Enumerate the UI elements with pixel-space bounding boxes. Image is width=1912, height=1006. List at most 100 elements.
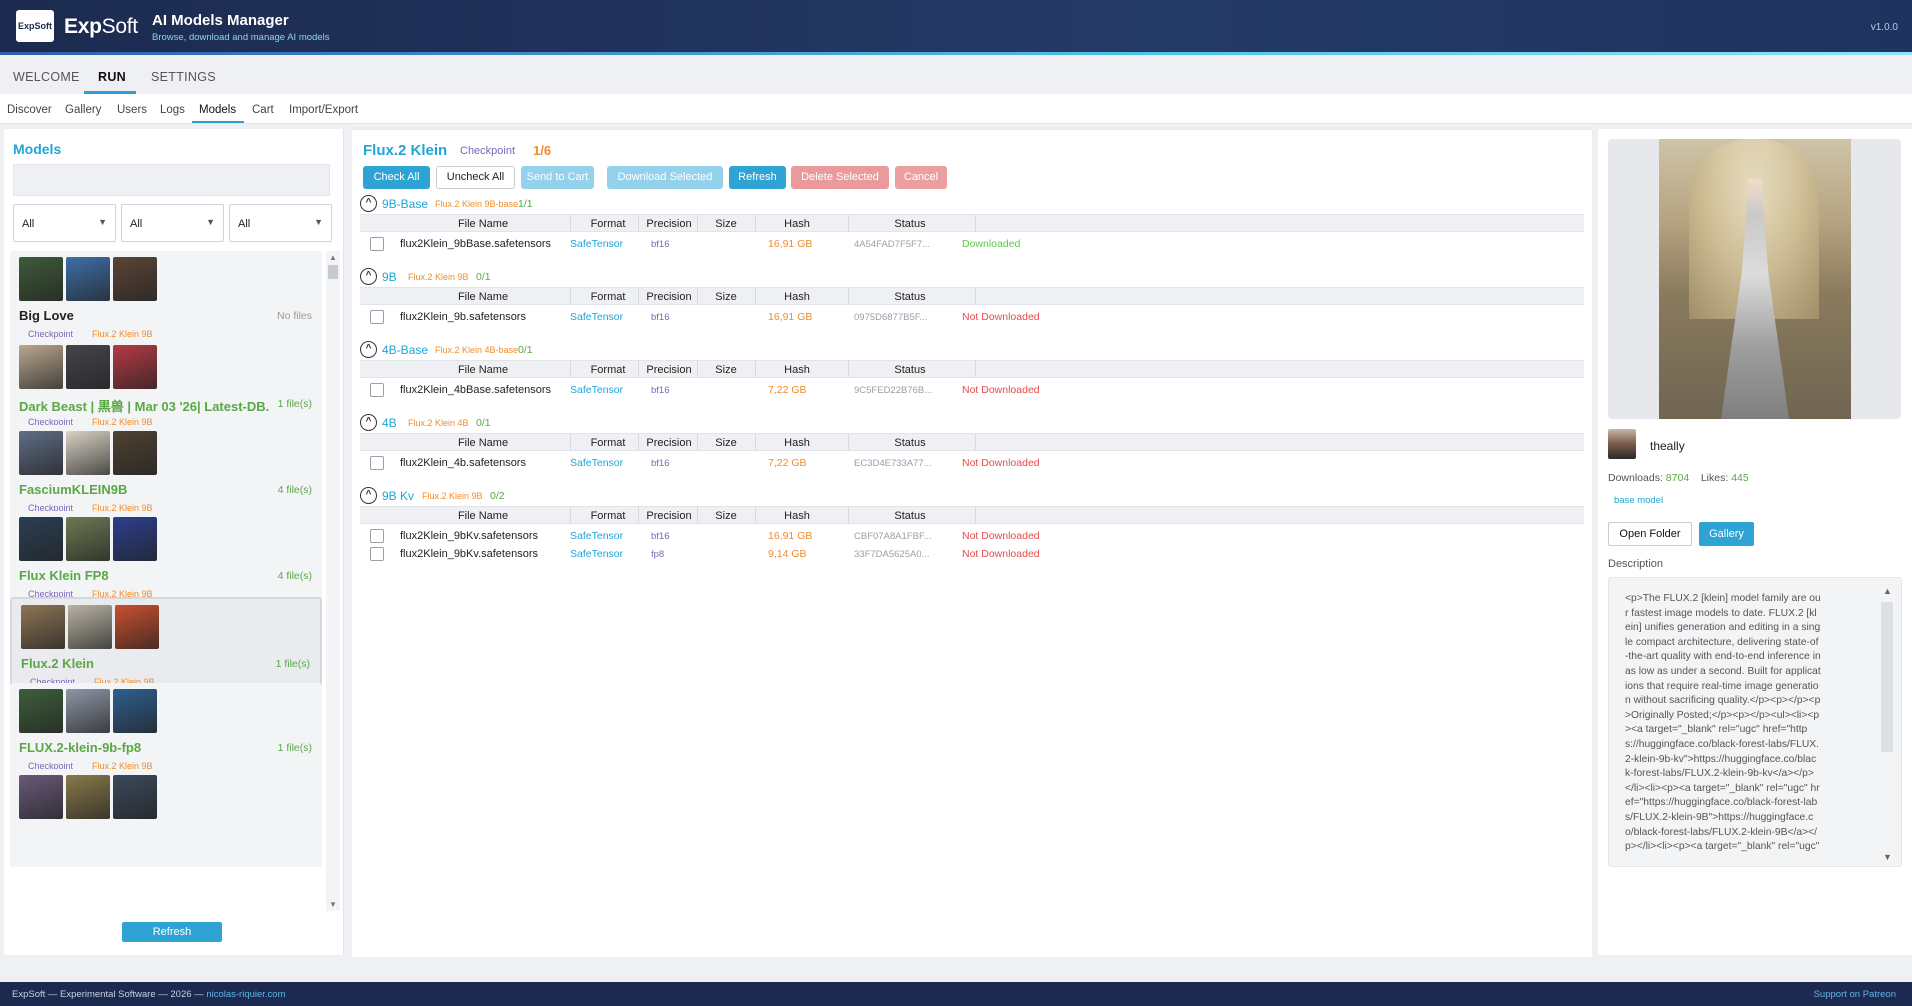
send-to-cart-button[interactable]: Send to Cart bbox=[521, 166, 594, 189]
file-checkbox[interactable] bbox=[370, 456, 384, 470]
column-header[interactable]: File Name bbox=[443, 218, 523, 230]
patreon-link[interactable]: Support on Patreon bbox=[1814, 989, 1896, 1000]
model-thumbnail[interactable] bbox=[19, 257, 63, 301]
file-row[interactable]: flux2Klein_9bBase.safetensors SafeTensor b… bbox=[360, 233, 1584, 253]
model-thumbnail[interactable] bbox=[66, 345, 110, 389]
column-header[interactable]: Hash bbox=[757, 364, 837, 376]
column-header[interactable]: Status bbox=[870, 510, 950, 522]
model-thumbnail[interactable] bbox=[66, 257, 110, 301]
column-header[interactable]: Size bbox=[686, 364, 766, 376]
model-card[interactable]: Dark Beast | 黒兽 | Mar 03 '26| Latest-DB.… bbox=[10, 339, 322, 437]
model-preview-image[interactable] bbox=[1608, 139, 1901, 419]
tab-run[interactable]: RUN bbox=[98, 70, 126, 84]
column-header[interactable]: Status bbox=[870, 364, 950, 376]
model-card[interactable]: Big Love No files Checkpoint Flux.2 Klein 9… bbox=[10, 251, 322, 349]
model-thumbnail[interactable] bbox=[115, 605, 159, 649]
model-list-scrollbar[interactable]: ▲ ▼ bbox=[326, 251, 340, 911]
website-link[interactable]: nicolas-riquier.com bbox=[206, 989, 285, 1000]
model-thumbnail[interactable] bbox=[66, 689, 110, 733]
scroll-up-icon[interactable]: ▲ bbox=[1883, 586, 1892, 596]
column-header[interactable]: Status bbox=[870, 218, 950, 230]
column-header[interactable]: Size bbox=[686, 510, 766, 522]
file-row[interactable]: flux2Klein_4bBase.safetensors SafeTensor b… bbox=[360, 379, 1584, 399]
model-thumbnail[interactable] bbox=[113, 431, 157, 475]
model-thumbnail[interactable] bbox=[113, 689, 157, 733]
column-header[interactable]: File Name bbox=[443, 364, 523, 376]
filter-select-1[interactable]: All ▼ bbox=[13, 204, 116, 242]
scroll-down-icon[interactable]: ▼ bbox=[1883, 852, 1892, 862]
model-card[interactable]: FasciumKLEIN9B 4 file(s) Checkpoint Flux.2 … bbox=[10, 425, 322, 523]
collapse-icon[interactable]: ^ bbox=[360, 487, 377, 504]
column-header[interactable]: Status bbox=[870, 437, 950, 449]
model-thumbnail[interactable] bbox=[113, 517, 157, 561]
column-header[interactable]: Hash bbox=[757, 218, 837, 230]
open-folder-button[interactable]: Open Folder bbox=[1608, 522, 1692, 546]
column-header[interactable]: Hash bbox=[757, 510, 837, 522]
column-header[interactable]: File Name bbox=[443, 291, 523, 303]
delete-selected-button[interactable]: Delete Selected bbox=[791, 166, 889, 189]
model-thumbnail[interactable] bbox=[21, 605, 65, 649]
subtab-cart[interactable]: Cart bbox=[252, 104, 274, 116]
uncheck-all-button[interactable]: Uncheck All bbox=[436, 166, 515, 189]
collapse-icon[interactable]: ^ bbox=[360, 268, 377, 285]
download-selected-button[interactable]: Download Selected bbox=[607, 166, 723, 189]
model-thumbnail[interactable] bbox=[19, 517, 63, 561]
file-checkbox[interactable] bbox=[370, 547, 384, 561]
file-row[interactable]: flux2Klein_9b.safetensors SafeTensor bf16 1… bbox=[360, 306, 1584, 326]
file-row[interactable]: flux2Klein_9bKv.safetensors SafeTensor fp8… bbox=[360, 543, 1584, 563]
model-thumbnail[interactable] bbox=[113, 345, 157, 389]
filter-select-3[interactable]: All ▼ bbox=[229, 204, 332, 242]
column-header[interactable]: Size bbox=[686, 218, 766, 230]
model-thumbnail[interactable] bbox=[19, 431, 63, 475]
model-thumbnail[interactable] bbox=[66, 517, 110, 561]
refresh-button[interactable]: Refresh bbox=[729, 166, 786, 189]
column-header[interactable]: Size bbox=[686, 291, 766, 303]
model-thumbnail[interactable] bbox=[113, 775, 157, 819]
collapse-icon[interactable]: ^ bbox=[360, 195, 377, 212]
scroll-down-icon[interactable]: ▼ bbox=[329, 900, 337, 909]
refresh-models-button[interactable]: Refresh bbox=[122, 922, 222, 942]
file-checkbox[interactable] bbox=[370, 383, 384, 397]
subtab-discover[interactable]: Discover bbox=[7, 104, 52, 116]
column-header[interactable]: Size bbox=[686, 437, 766, 449]
model-thumbnail[interactable] bbox=[19, 689, 63, 733]
subtab-logs[interactable]: Logs bbox=[160, 104, 185, 116]
scroll-up-icon[interactable]: ▲ bbox=[329, 253, 337, 262]
filter-select-2[interactable]: All ▼ bbox=[121, 204, 224, 242]
model-card[interactable]: Flux Klein FP8 4 file(s) Checkpoint Flux.2 … bbox=[10, 511, 322, 609]
file-checkbox[interactable] bbox=[370, 529, 384, 543]
tab-settings[interactable]: SETTINGS bbox=[151, 70, 216, 84]
column-header[interactable]: File Name bbox=[443, 437, 523, 449]
model-thumbnail[interactable] bbox=[113, 257, 157, 301]
description-scroll-thumb[interactable] bbox=[1881, 602, 1893, 752]
scroll-thumb[interactable] bbox=[328, 265, 338, 279]
collapse-icon[interactable]: ^ bbox=[360, 341, 377, 358]
column-header[interactable]: Status bbox=[870, 291, 950, 303]
subtab-gallery[interactable]: Gallery bbox=[65, 104, 101, 116]
column-header[interactable]: Hash bbox=[757, 437, 837, 449]
avatar[interactable] bbox=[1608, 429, 1636, 459]
subtab-import-export[interactable]: Import/Export bbox=[289, 104, 358, 116]
subtab-models[interactable]: Models bbox=[199, 104, 236, 116]
model-thumbnail[interactable] bbox=[66, 775, 110, 819]
author-name[interactable]: theally bbox=[1650, 439, 1685, 453]
column-header[interactable]: Hash bbox=[757, 291, 837, 303]
model-card[interactable]: Flux.2 Klein 1 file(s) Checkpoint Flux.2 Kl… bbox=[10, 597, 322, 695]
model-card[interactable]: FLUX.2-klein-9b-fp8 1 file(s) Checkpoint Fl… bbox=[10, 683, 322, 781]
model-thumbnail[interactable] bbox=[66, 431, 110, 475]
model-card[interactable] bbox=[10, 769, 322, 867]
cancel-button[interactable]: Cancel bbox=[895, 166, 947, 189]
collapse-icon[interactable]: ^ bbox=[360, 414, 377, 431]
tab-welcome[interactable]: WELCOME bbox=[13, 70, 80, 84]
subtab-users[interactable]: Users bbox=[117, 104, 147, 116]
model-thumbnail[interactable] bbox=[19, 775, 63, 819]
search-input[interactable] bbox=[13, 164, 330, 196]
model-thumbnail[interactable] bbox=[68, 605, 112, 649]
file-checkbox[interactable] bbox=[370, 237, 384, 251]
gallery-button[interactable]: Gallery bbox=[1699, 522, 1754, 546]
file-row[interactable]: flux2Klein_4b.safetensors SafeTensor bf16 7… bbox=[360, 452, 1584, 472]
description-box[interactable]: <p>The FLUX.2 [klein] model family are o… bbox=[1608, 577, 1902, 867]
file-checkbox[interactable] bbox=[370, 310, 384, 324]
column-header[interactable]: File Name bbox=[443, 510, 523, 522]
check-all-button[interactable]: Check All bbox=[363, 166, 430, 189]
